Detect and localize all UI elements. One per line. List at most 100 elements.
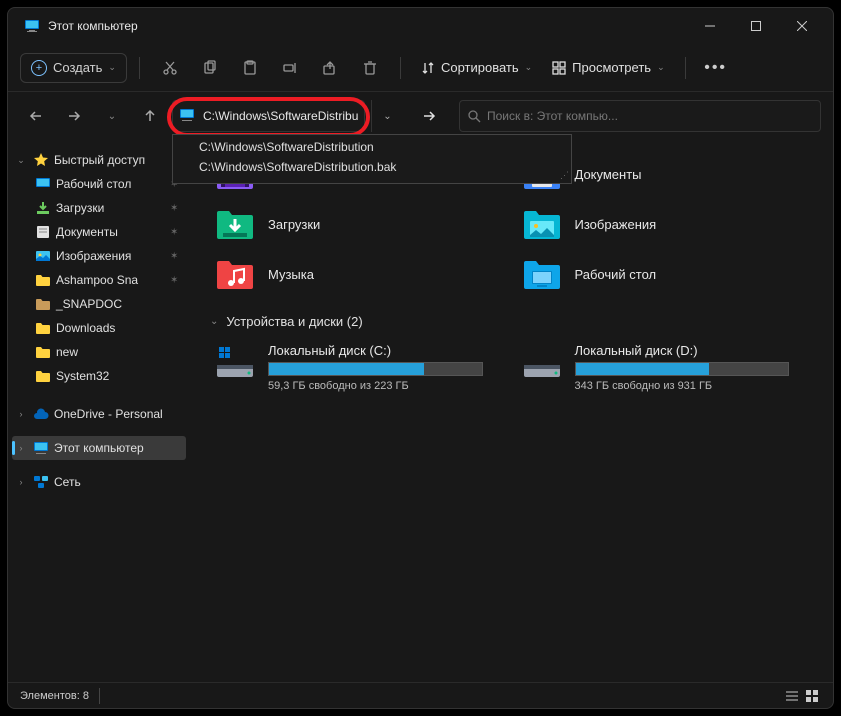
delete-icon[interactable] [352,50,388,86]
sidebar-item-label: Загрузки [56,201,104,215]
desk-folder-icon [521,256,563,292]
sidebar-label: Этот компьютер [54,441,144,455]
forward-button[interactable] [58,100,90,132]
expand-icon[interactable]: › [14,409,28,419]
down-folder-icon [214,206,256,242]
sidebar-item[interactable]: Загрузки ✶ [8,196,190,220]
details-view-icon[interactable] [783,687,801,705]
drive-icon [521,343,563,379]
minimize-button[interactable] [687,8,733,44]
sidebar-item[interactable]: Рабочий стол✶ [8,172,190,196]
folder-label: Загрузки [268,217,320,232]
folder-item[interactable]: Изображения [517,202,814,246]
sidebar-item[interactable]: Ashampoo Sna✶ [8,268,190,292]
pc-icon [32,440,50,456]
close-button[interactable] [779,8,825,44]
folder-label: Документы [575,167,642,182]
sidebar-item-label: new [56,345,78,359]
pc-icon [179,108,197,124]
folder-item[interactable]: Загрузки [210,202,507,246]
star-icon [32,152,50,168]
rename-icon[interactable] [272,50,308,86]
sidebar-item[interactable]: Документы ✶ [8,220,190,244]
new-label: Создать [53,60,102,75]
plus-icon: + [31,60,47,76]
music-folder-icon [214,256,256,292]
recent-button[interactable]: ⌄ [96,100,128,132]
copy-icon[interactable] [192,50,228,86]
navbar: ⌄ C:\Windows\SoftwareDistribution C:\Win… [8,92,833,140]
sidebar-item[interactable]: new [8,340,190,364]
drive-name: Локальный диск (C:) [268,343,483,358]
share-icon[interactable] [312,50,348,86]
sidebar: ⌄ Быстрый доступ Рабочий стол✶Загрузки✶Д… [8,140,190,682]
titlebar: Этот компьютер [8,8,833,44]
pc-icon [24,18,40,34]
maximize-button[interactable] [733,8,779,44]
drive-capacity-bar [268,362,483,376]
address-history-button[interactable]: ⌄ [371,100,403,132]
folder-icon [34,248,52,264]
sidebar-item-label: Документы [56,225,118,239]
pin-icon: ✶ [170,227,184,238]
chevron-down-icon: ⌄ [108,62,116,73]
chevron-down-icon: ⌄ [525,62,533,73]
sidebar-this-pc[interactable]: › Этот компьютер [12,436,186,460]
collapse-icon: ⌄ [210,316,218,327]
drive-item[interactable]: Локальный диск (C:) 59,3 ГБ свободно из 2… [210,339,507,396]
sidebar-onedrive[interactable]: › OneDrive - Personal [8,402,190,426]
large-icons-view-icon[interactable] [803,687,821,705]
more-button[interactable]: ••• [698,59,734,77]
folder-label: Рабочий стол [575,267,657,282]
expand-icon[interactable]: › [14,477,28,487]
sidebar-item[interactable]: System32 [8,364,190,388]
new-button[interactable]: + Создать ⌄ [20,53,127,83]
folder-item[interactable]: Рабочий стол [517,252,814,296]
address-suggestions: C:\Windows\SoftwareDistribution C:\Windo… [172,134,572,184]
window-title: Этот компьютер [48,19,687,33]
drive-item[interactable]: Локальный диск (D:)343 ГБ свободно из 93… [517,339,814,396]
search-input[interactable]: Поиск в: Этот компью... [459,100,821,132]
folder-icon [34,368,52,384]
drive-capacity-bar [575,362,790,376]
address-input[interactable] [203,109,358,123]
sidebar-item[interactable]: Изображения✶ [8,244,190,268]
go-button[interactable] [413,100,445,132]
collapse-icon[interactable]: ⌄ [14,155,28,166]
item-count: Элементов: 8 [20,688,100,704]
sidebar-network[interactable]: › Сеть [8,470,190,494]
cut-icon[interactable] [152,50,188,86]
drive-free-text: 59,3 ГБ свободно из 223 ГБ [268,380,483,392]
folder-icon [34,176,52,192]
suggestion-item[interactable]: C:\Windows\SoftwareDistribution [173,137,571,157]
sidebar-item-label: Рабочий стол [56,177,131,191]
folder-icon [34,296,52,312]
content: ВидеоДокументыЗагрузкиИзображенияМузыкаР… [190,140,833,682]
folder-icon [34,272,52,288]
sidebar-quick-access[interactable]: ⌄ Быстрый доступ [8,148,190,172]
resize-handle[interactable]: ⋰ [560,170,569,181]
drive-icon [214,343,256,379]
sort-button[interactable]: Сортировать ⌄ [413,54,540,81]
folder-icon [34,320,52,336]
sort-label: Сортировать [441,60,519,75]
folder-item[interactable]: Музыка [210,252,507,296]
paste-icon[interactable] [232,50,268,86]
sidebar-label: OneDrive - Personal [54,407,163,421]
sidebar-item-label: Downloads [56,321,115,335]
suggestion-item[interactable]: C:\Windows\SoftwareDistribution.bak [173,157,571,177]
address-bar[interactable] [172,100,365,132]
back-button[interactable] [20,100,52,132]
expand-icon[interactable]: › [14,443,28,453]
section-label: Устройства и диски (2) [226,314,362,329]
separator [400,57,401,79]
sidebar-item[interactable]: Downloads [8,316,190,340]
pin-icon: ✶ [170,203,184,214]
search-placeholder: Поиск в: Этот компью... [487,109,618,123]
drives-section-header[interactable]: ⌄ Устройства и диски (2) [210,314,813,329]
sidebar-item[interactable]: _SNAPDOC [8,292,190,316]
separator [139,57,140,79]
up-button[interactable] [134,100,166,132]
view-button[interactable]: Просмотреть ⌄ [544,54,672,81]
sidebar-item-label: Изображения [56,249,131,263]
